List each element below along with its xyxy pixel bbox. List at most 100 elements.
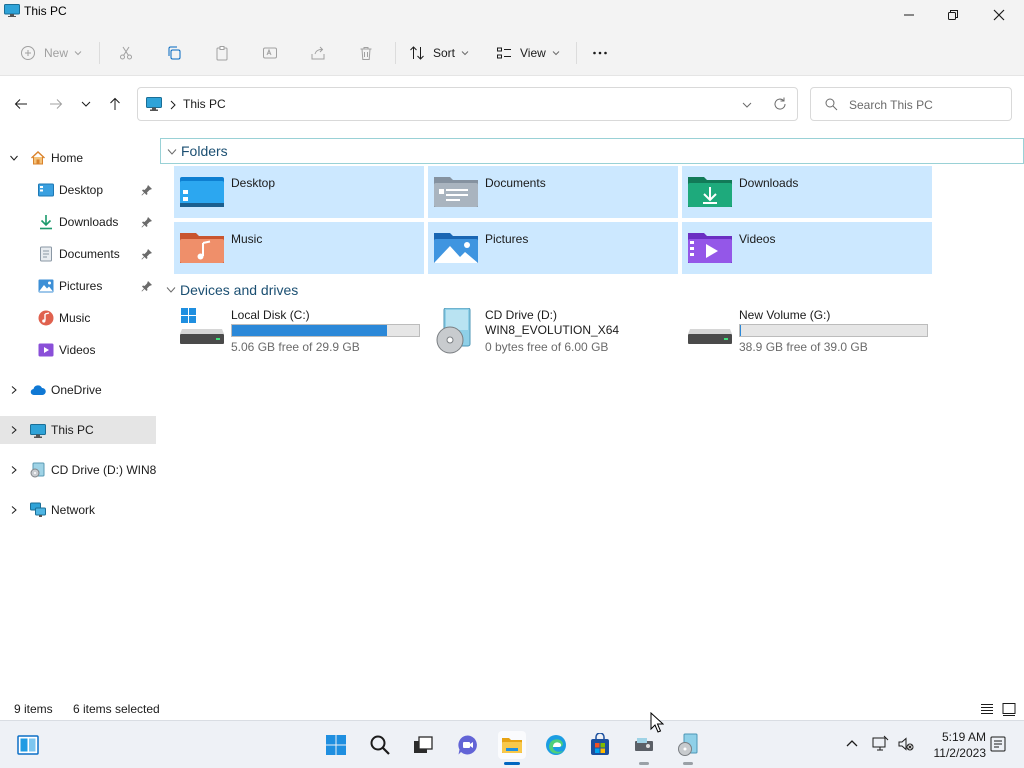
chat-button[interactable] [454, 731, 482, 759]
widgets-button[interactable] [14, 731, 42, 759]
nav-item-desktop[interactable]: Desktop [0, 176, 156, 204]
setup-app-button[interactable] [630, 731, 658, 765]
chevron-right-icon[interactable] [9, 425, 19, 435]
folders-group-header[interactable]: Folders [160, 138, 1024, 164]
cd-app-button[interactable] [674, 731, 702, 765]
view-list-icon [497, 47, 511, 59]
refresh-icon[interactable] [772, 96, 788, 112]
drive-tile-c[interactable]: Local Disk (C:) 5.06 GB free of 29.9 GB [174, 308, 424, 368]
nav-item-downloads[interactable]: Downloads [0, 208, 156, 236]
nav-item-this-pc[interactable]: This PC [0, 416, 156, 444]
drive-free-c: 5.06 GB free of 29.9 GB [231, 340, 360, 354]
recent-locations-button[interactable] [76, 94, 96, 114]
nav-item-network[interactable]: Network [0, 496, 156, 524]
chevron-down-icon[interactable] [9, 153, 19, 163]
task-view-button[interactable] [409, 731, 437, 759]
search-taskbar-button[interactable] [366, 731, 394, 759]
new-button[interactable]: New [20, 39, 82, 67]
minimize-icon [904, 14, 914, 16]
nav-item-onedrive[interactable]: OneDrive [0, 376, 156, 404]
copy-button[interactable] [166, 39, 182, 67]
see-more-button[interactable] [592, 39, 608, 67]
running-app-indicator [639, 762, 649, 765]
notification-center-icon[interactable] [989, 735, 1007, 753]
file-explorer-taskbar-button[interactable] [498, 731, 526, 765]
delete-button[interactable] [358, 39, 374, 67]
trash-icon [360, 47, 372, 60]
forward-button[interactable] [46, 94, 66, 114]
address-history-icon[interactable] [741, 99, 753, 111]
task-view-icon [414, 736, 433, 753]
nav-item-cd-drive[interactable]: CD Drive (D:) WIN8_ [0, 456, 156, 484]
details-view-icon[interactable] [979, 701, 995, 717]
chevron-right-icon[interactable] [9, 465, 19, 475]
active-app-indicator [504, 762, 520, 765]
drive-tile-d[interactable]: CD Drive (D:) WIN8_EVOLUTION_X64 0 bytes… [428, 308, 678, 368]
pin-icon [141, 249, 152, 260]
cd-disc-app-icon [678, 733, 698, 756]
address-bar[interactable]: This PC [137, 87, 798, 121]
share-button[interactable] [310, 39, 326, 67]
back-button[interactable] [11, 94, 31, 114]
cut-button[interactable] [118, 39, 134, 67]
large-icons-view-icon[interactable] [1001, 701, 1017, 717]
nav-label-desktop: Desktop [59, 183, 104, 197]
nav-label-network: Network [51, 503, 96, 517]
network-status-icon[interactable] [871, 735, 889, 753]
breadcrumb-this-pc[interactable]: This PC [183, 97, 226, 111]
drive-name-d: CD Drive (D:) [485, 308, 557, 322]
view-button[interactable]: View [496, 39, 560, 67]
cd-drive-icon [436, 308, 471, 354]
folder-label-videos: Videos [739, 232, 776, 246]
edge-browser-icon [546, 735, 566, 755]
drives-group-header[interactable]: Devices and drives [160, 277, 1024, 303]
running-app-indicator [683, 762, 693, 765]
arrow-up-icon [110, 97, 120, 110]
search-box[interactable] [810, 87, 1012, 121]
network-icon [30, 502, 46, 517]
folder-tile-music[interactable]: Music [174, 222, 424, 274]
rename-button[interactable] [262, 39, 278, 67]
search-input[interactable] [849, 96, 1004, 114]
search-icon [825, 98, 838, 111]
start-button[interactable] [322, 731, 350, 759]
nav-item-documents[interactable]: Documents [0, 240, 156, 268]
nav-item-videos[interactable]: Videos [0, 336, 156, 364]
show-hidden-icons-icon[interactable] [843, 735, 861, 753]
folder-tile-pictures[interactable]: Pictures [428, 222, 678, 274]
chevron-right-icon[interactable] [9, 385, 19, 395]
nav-item-pictures[interactable]: Pictures [0, 272, 156, 300]
folder-tile-documents[interactable]: Documents [428, 166, 678, 218]
drive-free-d: 0 bytes free of 6.00 GB [485, 340, 609, 354]
toolbar-divider [99, 42, 100, 64]
nav-item-home[interactable]: Home [0, 144, 156, 172]
paste-button[interactable] [214, 39, 230, 67]
sort-button[interactable]: Sort [409, 39, 469, 67]
content-pane: Folders Desktop Documents Downloads Musi… [160, 132, 1024, 698]
folder-label-pictures: Pictures [485, 232, 529, 246]
chevron-right-icon[interactable] [9, 505, 19, 515]
folder-tile-downloads[interactable]: Downloads [682, 166, 932, 218]
onedrive-cloud-icon [30, 385, 46, 396]
nav-item-music[interactable]: Music [0, 304, 156, 332]
store-button[interactable] [586, 731, 614, 759]
title-bar: This PC [0, 0, 1024, 30]
mouse-pointer-icon [650, 712, 664, 733]
minimize-button[interactable] [886, 0, 932, 30]
copy-icon [168, 46, 181, 60]
breadcrumb-chevron-icon[interactable] [169, 100, 177, 110]
folder-tile-desktop[interactable]: Desktop [174, 166, 424, 218]
up-button[interactable] [105, 94, 125, 114]
close-button[interactable] [976, 0, 1022, 30]
system-clock[interactable]: 5:19 AM 11/2/2023 [920, 729, 987, 761]
edge-button[interactable] [542, 731, 570, 759]
pictures-folder-icon [434, 233, 478, 263]
restore-icon [948, 10, 958, 20]
drive-tile-g[interactable]: New Volume (G:) 38.9 GB free of 39.0 GB [682, 308, 932, 368]
folder-tile-videos[interactable]: Videos [682, 222, 932, 274]
volume-muted-icon[interactable] [897, 735, 915, 753]
videos-folder-icon [688, 233, 732, 263]
drive-usage-fill-g [740, 325, 741, 336]
restore-button[interactable] [930, 0, 976, 30]
windows-drive-icon [180, 308, 224, 344]
